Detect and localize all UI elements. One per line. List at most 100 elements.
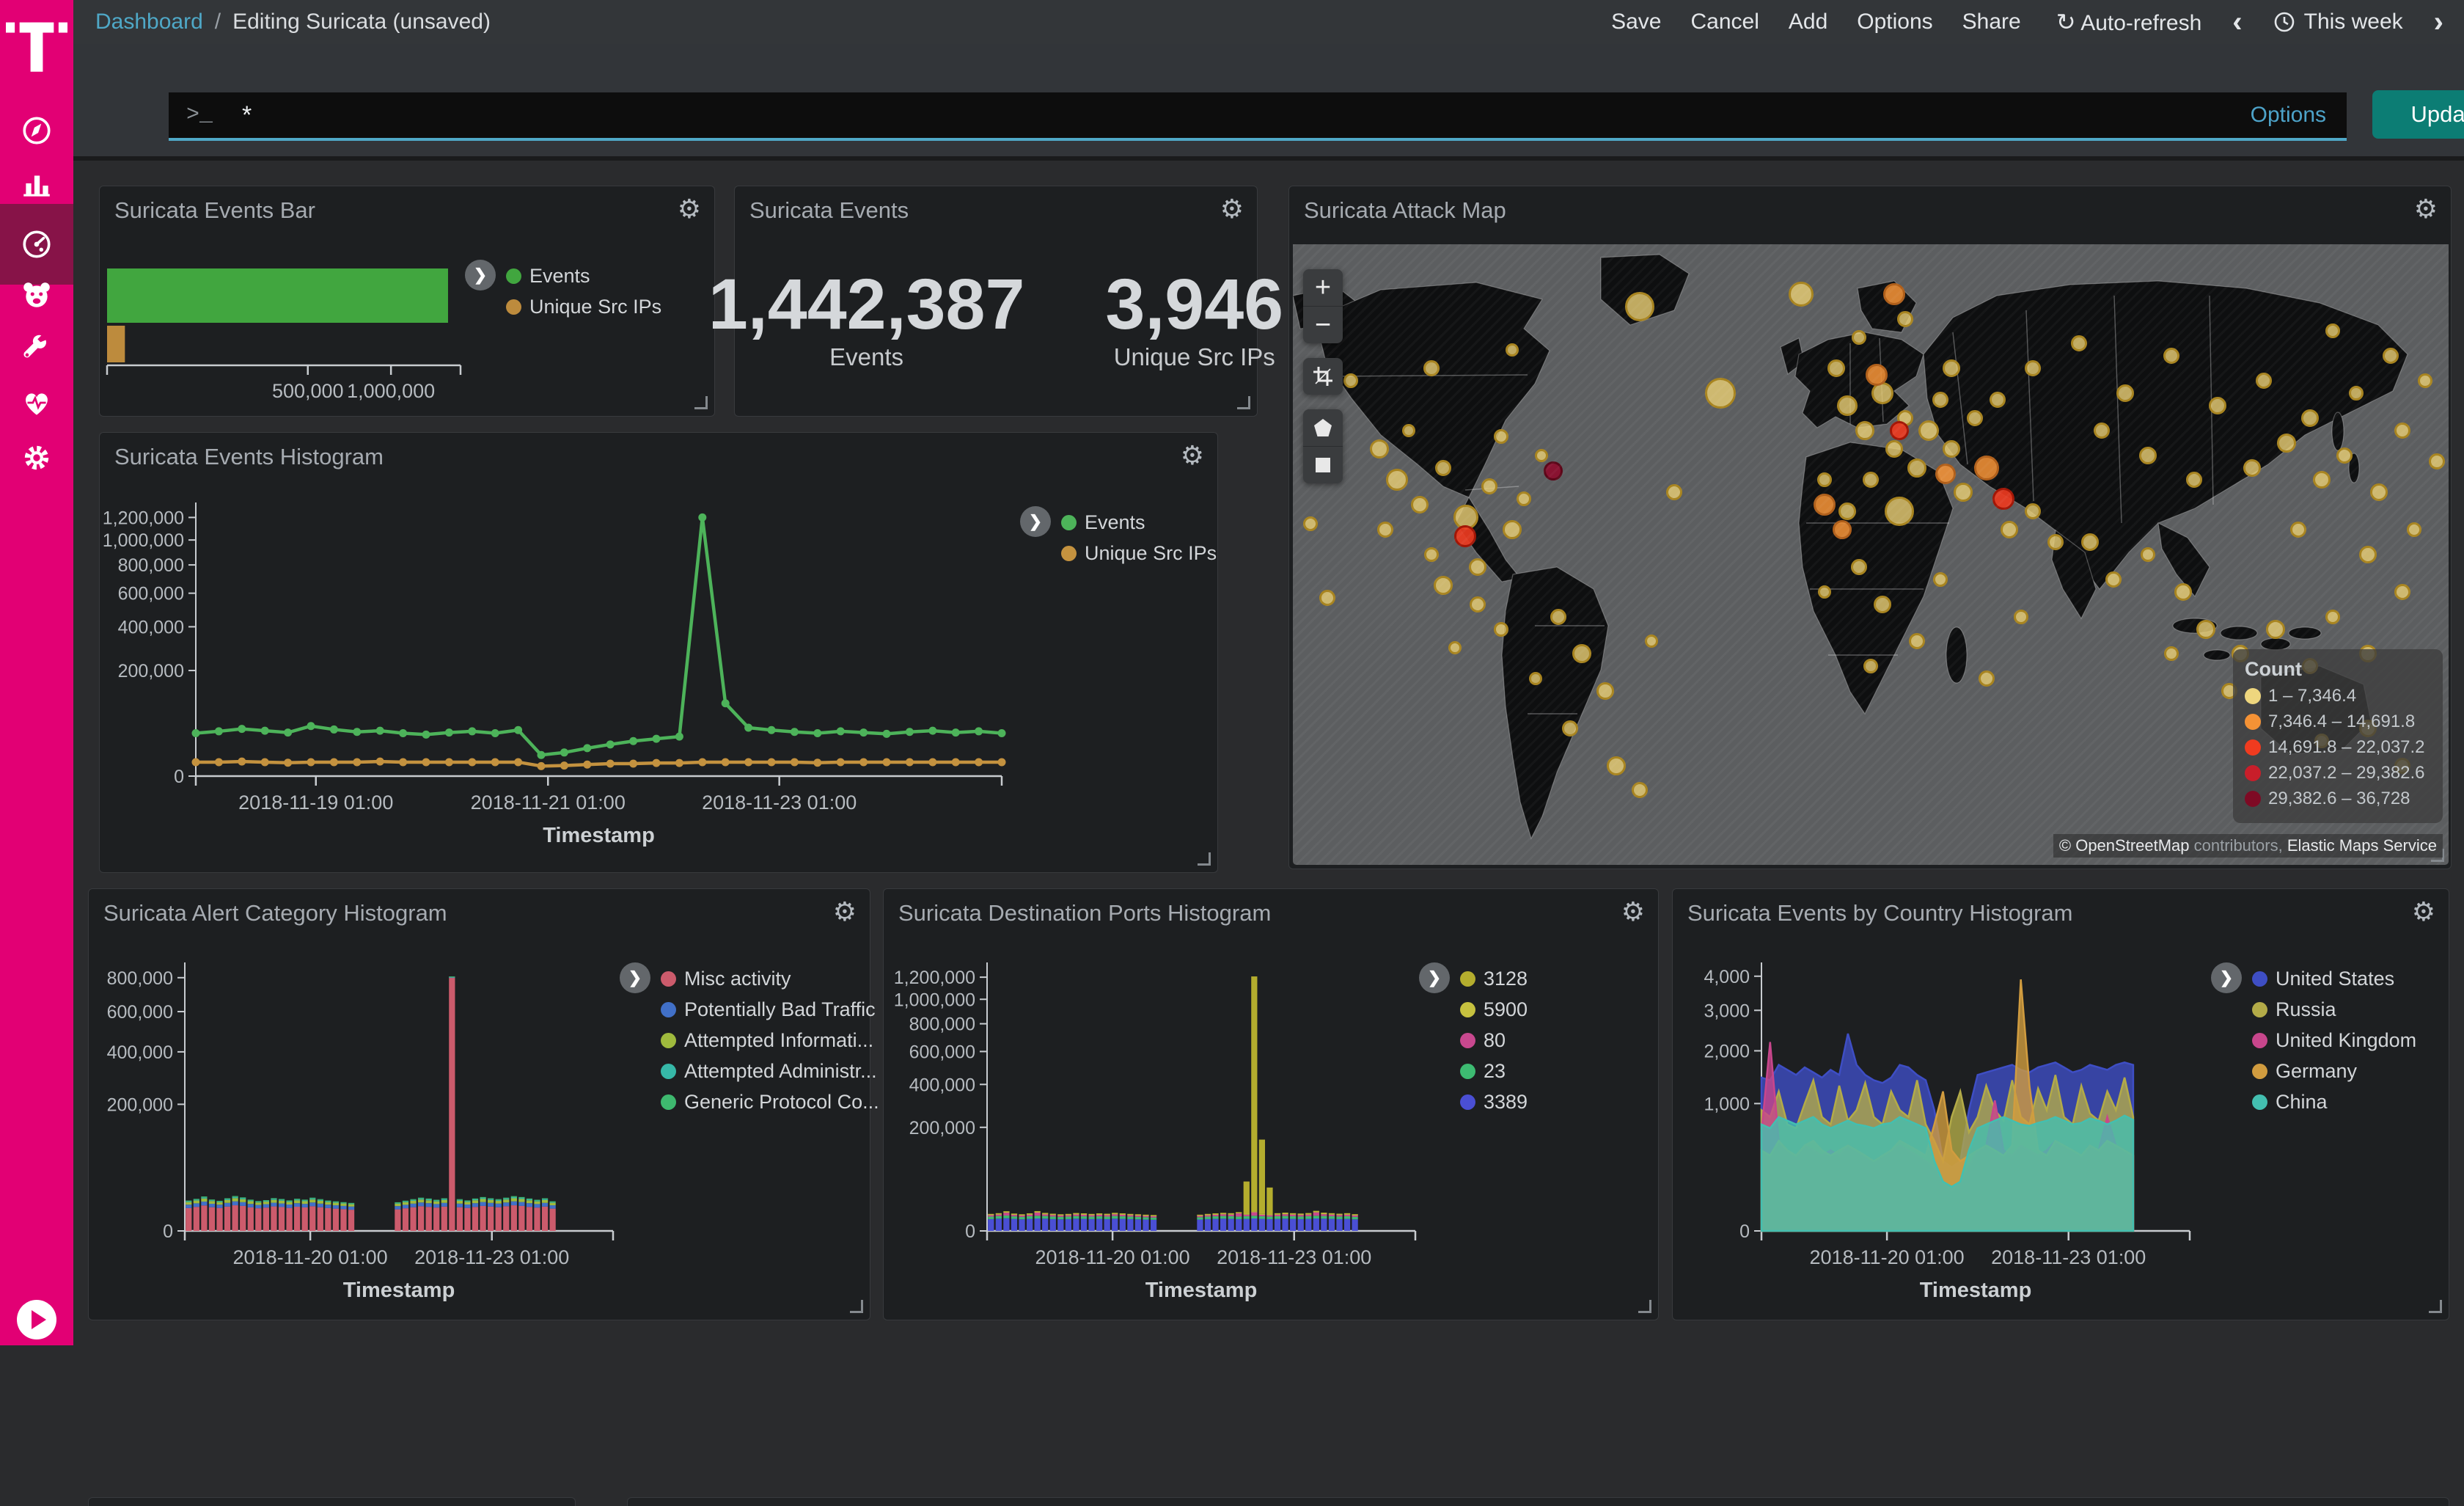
auto-refresh-button[interactable]: ↻ Auto-refresh <box>2042 8 2217 36</box>
attack-point[interactable] <box>1897 311 1913 327</box>
legend-item[interactable]: 3128 <box>1460 968 1528 990</box>
zoom-in-button[interactable]: + <box>1303 269 1343 307</box>
menu-item-save[interactable]: Save <box>1596 10 1676 34</box>
attack-point[interactable] <box>1885 440 1903 458</box>
legend-item[interactable]: Unique Src IPs <box>1061 542 1217 565</box>
legend-item[interactable]: Events <box>1061 511 1217 534</box>
draw-polygon-button[interactable] <box>1303 409 1343 447</box>
osm-link[interactable]: © OpenStreetMap <box>2059 836 2190 855</box>
attack-point[interactable] <box>1402 424 1415 437</box>
attack-point[interactable] <box>1932 392 1948 408</box>
attack-point[interactable] <box>1424 547 1439 562</box>
attack-map-canvas[interactable]: + − Count 1 – 7,346.47,346.4 – 14,691.81… <box>1293 244 2449 865</box>
attack-point[interactable] <box>2394 423 2410 439</box>
legend-item[interactable]: 23 <box>1460 1060 1528 1083</box>
collapse-nav-button[interactable] <box>17 1300 56 1339</box>
menu-item-add[interactable]: Add <box>1774 10 1842 34</box>
legend-expand-icon[interactable]: ❯ <box>2211 962 2242 993</box>
menu-item-cancel[interactable]: Cancel <box>1676 10 1773 34</box>
attack-point[interactable] <box>1435 460 1451 476</box>
attack-point[interactable] <box>2025 503 2041 519</box>
draw-rectangle-button[interactable] <box>1303 447 1343 483</box>
legend-expand-icon[interactable]: ❯ <box>1020 506 1051 537</box>
legend-item[interactable]: Attempted Informati... <box>661 1029 879 1052</box>
resize-handle[interactable] <box>1198 852 1211 866</box>
attack-point[interactable] <box>1535 449 1548 462</box>
attack-point[interactable] <box>2094 423 2110 439</box>
attack-point[interactable] <box>1851 559 1867 575</box>
attack-point[interactable] <box>1890 421 1909 440</box>
attack-point[interactable] <box>1852 330 1866 345</box>
attack-point[interactable] <box>1494 429 1508 444</box>
attack-point[interactable] <box>1990 392 2006 408</box>
attack-point[interactable] <box>2071 335 2087 351</box>
legend-item[interactable]: Events <box>506 265 661 288</box>
attack-point[interactable] <box>2116 384 2134 402</box>
attack-point[interactable] <box>1979 670 1995 687</box>
attack-point[interactable] <box>1705 378 1736 409</box>
attack-point[interactable] <box>1874 596 1891 613</box>
attack-point[interactable] <box>1448 641 1462 654</box>
attack-point[interactable] <box>2139 447 2157 464</box>
legend-item[interactable]: 5900 <box>1460 998 1528 1021</box>
attack-point[interactable] <box>1789 282 1814 307</box>
attack-point[interactable] <box>1883 283 1905 305</box>
query-text[interactable]: * <box>242 101 2251 130</box>
resize-handle[interactable] <box>1638 1300 1651 1313</box>
legend-item[interactable]: Unique Src IPs <box>506 296 661 318</box>
attack-point[interactable] <box>1596 682 1614 700</box>
breadcrumb-dashboard-link[interactable]: Dashboard <box>95 10 203 34</box>
attack-point[interactable] <box>1827 359 1845 377</box>
legend-item[interactable]: United Kingdom <box>2252 1029 2416 1052</box>
elastic-maps-link[interactable]: Elastic Maps Service <box>2287 836 2437 855</box>
attack-point[interactable] <box>2394 584 2410 600</box>
menu-item-options[interactable]: Options <box>1842 10 1947 34</box>
bounding-box-filter-button[interactable] <box>1303 358 1343 395</box>
attack-point[interactable] <box>1833 520 1852 539</box>
attack-point[interactable] <box>1607 756 1626 775</box>
attack-point[interactable] <box>2407 522 2421 537</box>
legend-item[interactable]: Germany <box>2252 1060 2416 1083</box>
legend-expand-icon[interactable]: ❯ <box>465 260 496 290</box>
time-range-button[interactable]: This week <box>2259 10 2418 34</box>
attack-point[interactable] <box>2349 386 2364 401</box>
attack-point[interactable] <box>1470 596 1486 613</box>
attack-point[interactable] <box>2256 373 2272 389</box>
attack-point[interactable] <box>1818 585 1831 599</box>
resize-handle[interactable] <box>2429 1300 2442 1313</box>
attack-point[interactable] <box>1544 461 1563 480</box>
attack-point[interactable] <box>1645 635 1658 648</box>
attack-point[interactable] <box>1855 421 1874 440</box>
legend-item[interactable]: Potentially Bad Traffic <box>661 998 879 1021</box>
attack-point[interactable] <box>2164 646 2179 661</box>
attack-point[interactable] <box>1469 558 1486 576</box>
resize-handle[interactable] <box>850 1300 863 1313</box>
legend-expand-icon[interactable]: ❯ <box>620 962 650 993</box>
resize-handle[interactable] <box>1237 396 1250 409</box>
attack-point[interactable] <box>2301 409 2319 427</box>
attack-point[interactable] <box>2325 610 2340 624</box>
attack-point[interactable] <box>2014 610 2028 624</box>
attack-point[interactable] <box>1434 576 1453 595</box>
legend-item[interactable]: 3389 <box>1460 1091 1528 1114</box>
attack-point[interactable] <box>1918 420 1939 441</box>
attack-point[interactable] <box>2266 620 2285 639</box>
attack-point[interactable] <box>2277 434 2296 453</box>
attack-point[interactable] <box>2196 620 2215 639</box>
attack-point[interactable] <box>1907 458 1926 478</box>
attack-point[interactable] <box>2163 348 2179 364</box>
attack-point[interactable] <box>1343 373 1358 388</box>
time-back-button[interactable]: ‹ <box>2222 6 2252 39</box>
time-forward-button[interactable]: › <box>2424 6 2454 39</box>
attack-point[interactable] <box>1303 516 1318 531</box>
attack-point[interactable] <box>2105 571 2122 588</box>
attack-point[interactable] <box>1885 497 1914 526</box>
attack-point[interactable] <box>1562 720 1578 736</box>
attack-point[interactable] <box>2313 471 2331 489</box>
legend-item[interactable]: Misc activity <box>661 968 879 990</box>
attack-point[interactable] <box>1974 456 1999 480</box>
attack-point[interactable] <box>2336 447 2353 464</box>
t-mobile-logo[interactable] <box>6 19 67 82</box>
attack-point[interactable] <box>1625 292 1654 321</box>
query-options-link[interactable]: Options <box>2251 103 2326 128</box>
